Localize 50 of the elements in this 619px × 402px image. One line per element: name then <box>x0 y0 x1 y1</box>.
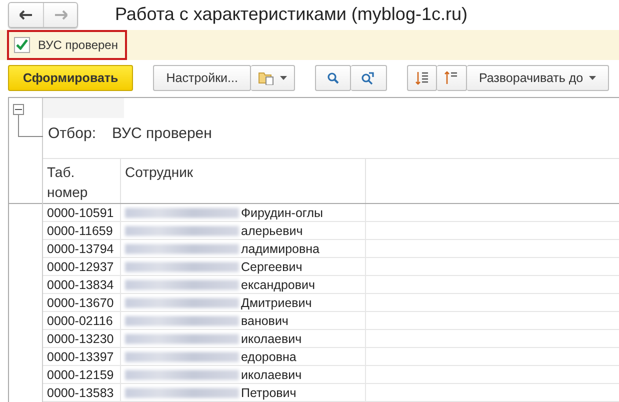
table-cell: 0000-13794 <box>43 240 121 257</box>
settings-button[interactable]: Настройки... <box>153 65 251 92</box>
folder-icon <box>258 71 274 86</box>
collapse-toggle[interactable] <box>13 104 24 115</box>
caret-icon <box>589 76 596 80</box>
back-arrow-icon <box>19 10 33 20</box>
table-cell: 0000-13230 <box>43 330 121 347</box>
employee-name: едоровна <box>241 350 296 364</box>
search-button[interactable] <box>314 65 351 92</box>
variants-button[interactable] <box>250 65 295 92</box>
filter-value: ВУС проверен <box>112 125 212 144</box>
expand-to-button[interactable]: Разворачивать до <box>466 65 610 92</box>
employee-name: Сергеевич <box>241 260 302 274</box>
employee-name: иколаевич <box>241 332 302 346</box>
employee-name: ександрович <box>241 278 315 292</box>
table-cell: 0000-13583 <box>43 384 121 401</box>
sort-descending-button[interactable] <box>406 65 437 92</box>
window-title: Работа с характеристиками (myblog-1c.ru) <box>115 4 468 26</box>
filter-label: Отбор: <box>48 125 96 144</box>
minus-icon <box>15 106 22 113</box>
search-next-button[interactable] <box>350 65 387 92</box>
tree-line <box>18 115 43 137</box>
employee-name: Дмитриевич <box>241 296 312 310</box>
table-cell: 0000-11659 <box>43 222 121 239</box>
employee-name: Фирудин-оглы <box>241 206 323 220</box>
employee-name: Петрович <box>241 386 296 400</box>
table-cell: 0000-13834 <box>43 276 121 293</box>
generate-button[interactable]: Сформировать <box>8 65 134 92</box>
caret-icon <box>280 76 287 80</box>
sort-ascending-button[interactable] <box>436 65 467 92</box>
sort-icon <box>444 71 458 86</box>
search-icon <box>326 72 339 84</box>
checkbox[interactable] <box>14 36 30 53</box>
employee-name: ладимировна <box>241 242 320 256</box>
search-repeat-icon <box>361 72 376 85</box>
employee-name: иколаевич <box>241 368 302 382</box>
sort-icon <box>414 71 429 86</box>
forward-arrow-icon <box>54 10 68 20</box>
table-cell: 0000-13397 <box>43 348 121 365</box>
check-icon <box>16 39 28 50</box>
table-cell: 0000-13670 <box>43 294 121 311</box>
table-cell: 0000-12937 <box>43 258 121 275</box>
table-cell: 0000-02116 <box>43 312 121 329</box>
column-header: Сотрудник <box>121 159 366 205</box>
checkbox-label: ВУС проверен <box>38 38 118 52</box>
table-cell: 0000-12159 <box>43 366 121 383</box>
employee-name: ванович <box>241 314 288 328</box>
column-header: Таб. номер <box>43 159 121 205</box>
employee-name: алерьевич <box>241 224 303 238</box>
table-cell: 0000-10591 <box>43 204 121 221</box>
